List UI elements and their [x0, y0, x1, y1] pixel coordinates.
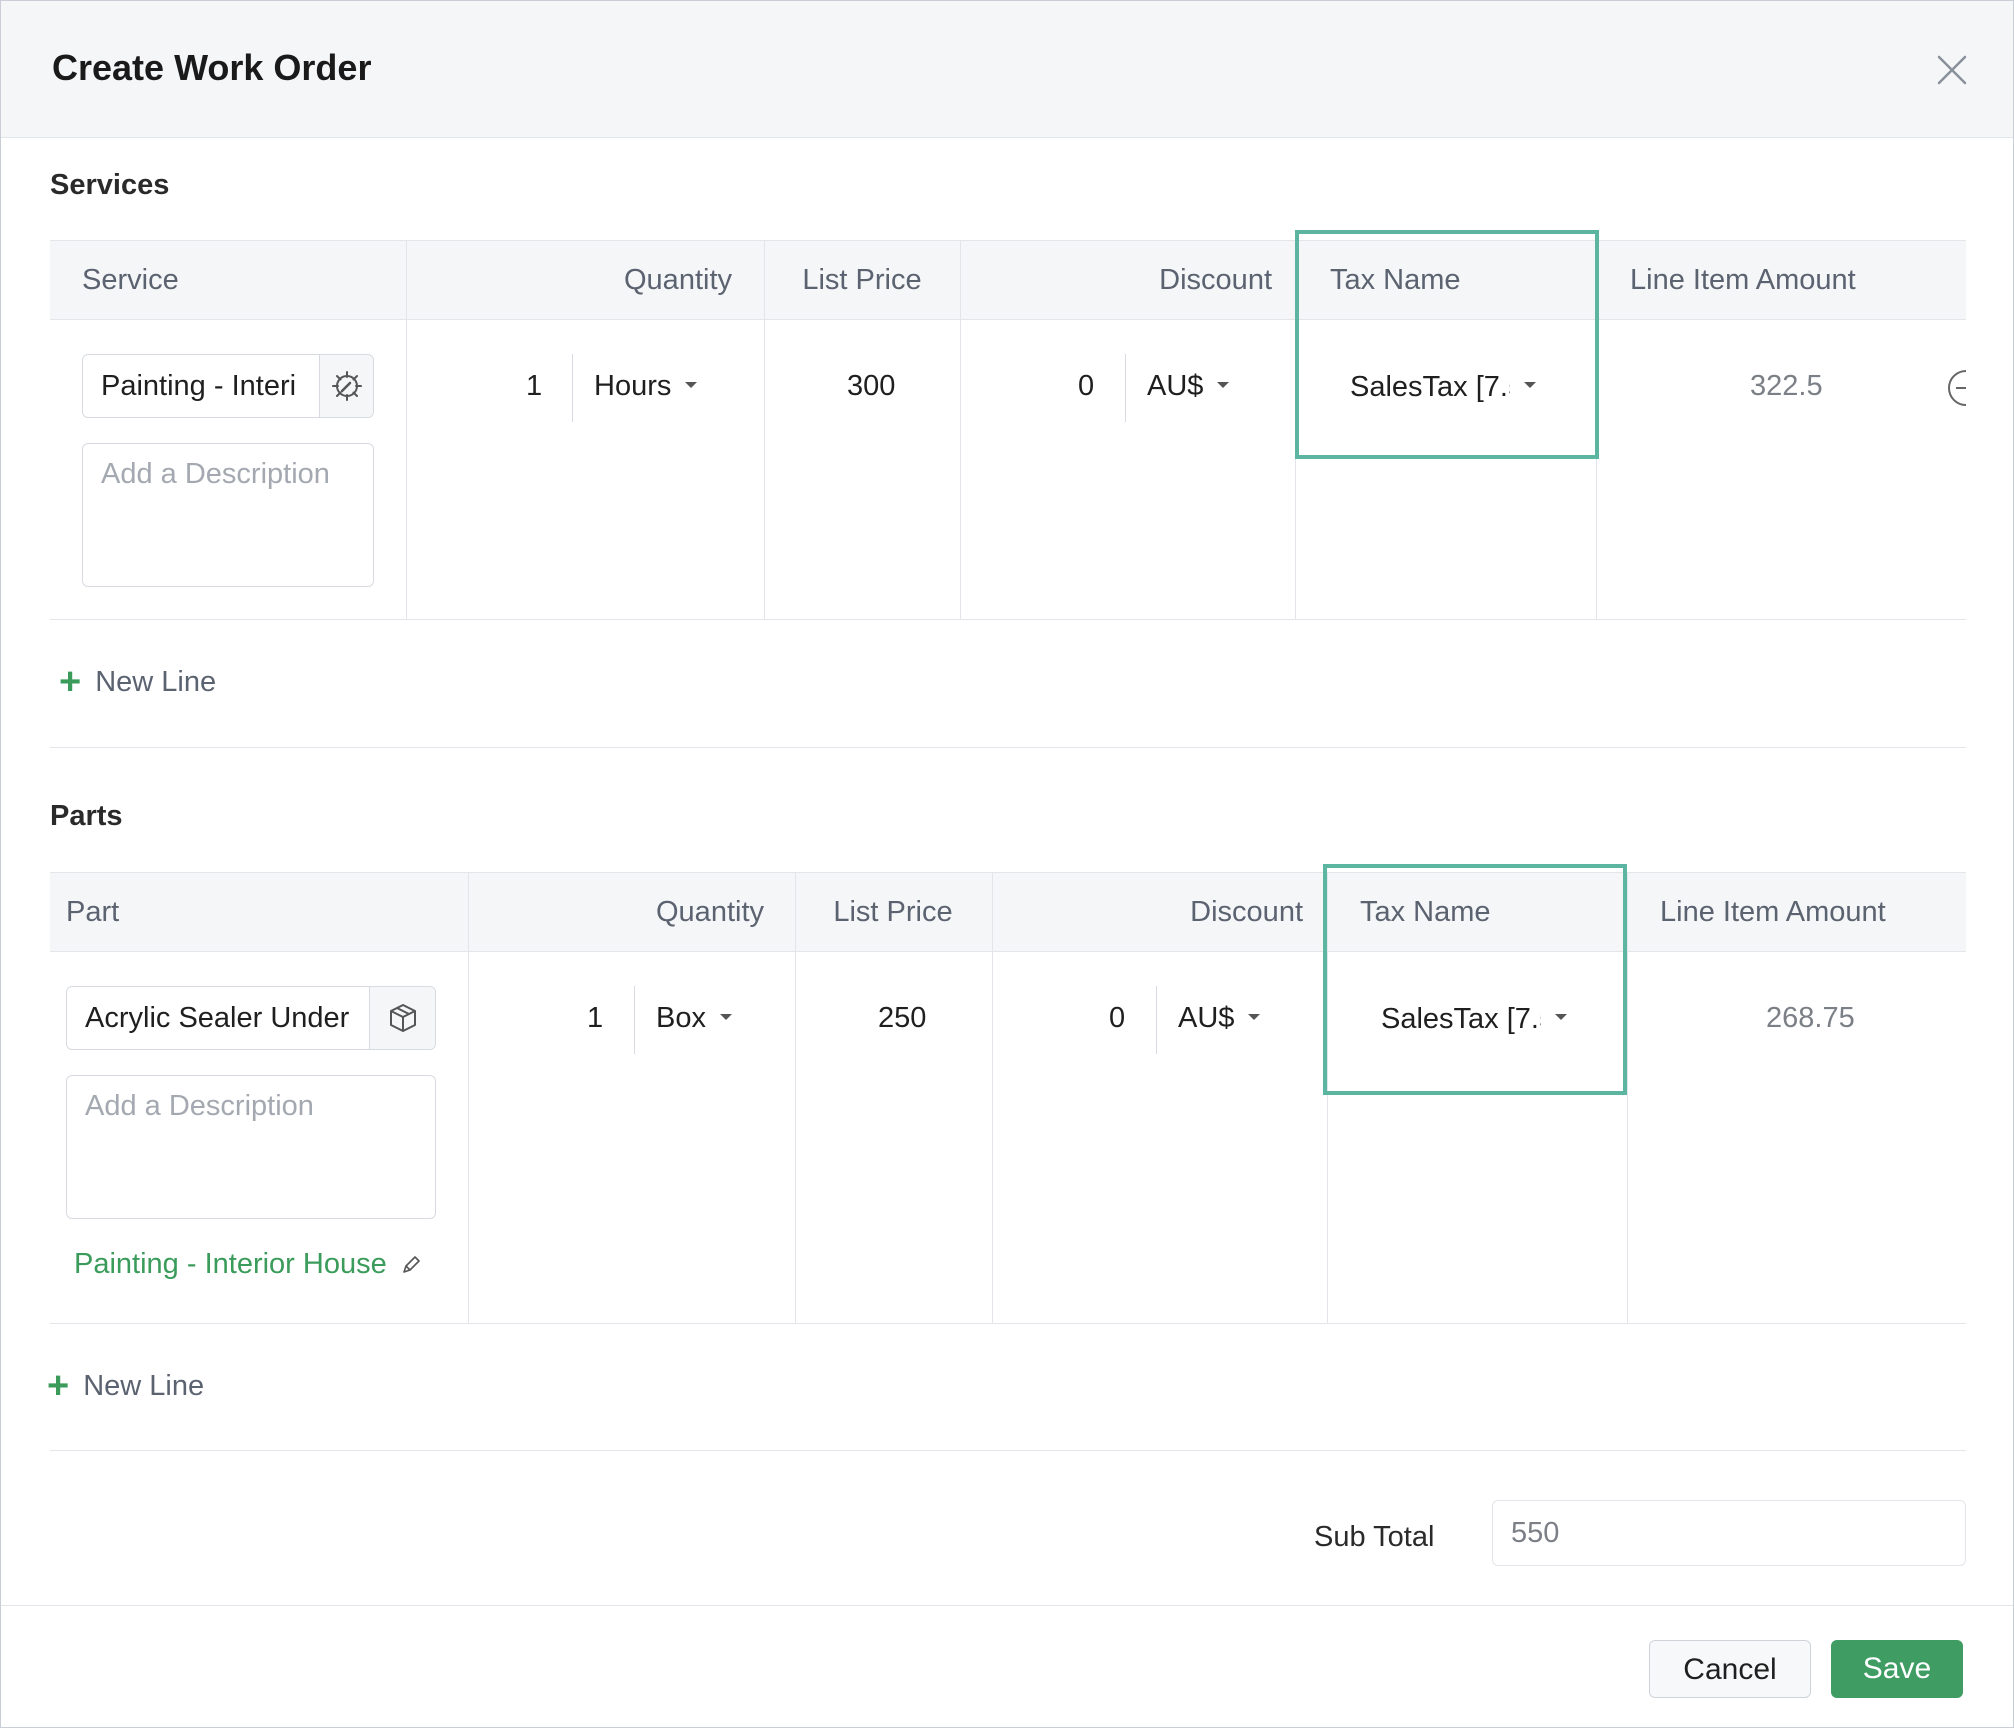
parts-new-line-button[interactable]: + New Line [47, 1367, 204, 1405]
remove-line-icon[interactable] [1946, 368, 1984, 413]
col-line-item-amount: Line Item Amount [1660, 896, 1886, 928]
dialog-footer: Cancel Save [1, 1605, 2013, 1727]
col-service: Service [82, 264, 179, 296]
part-unit-value: Box [656, 1002, 706, 1034]
service-discount-value[interactable]: 0 [1078, 370, 1094, 403]
service-discount-currency-value: AU$ [1147, 370, 1204, 402]
col-discount: Discount [1159, 264, 1272, 296]
part-list-price-value[interactable]: 250 [878, 1002, 926, 1035]
col-quantity: Quantity [656, 896, 764, 928]
service-unit-value: Hours [594, 370, 672, 402]
service-quantity-value[interactable]: 1 [526, 370, 542, 403]
pencil-icon[interactable] [401, 1255, 421, 1275]
box-icon[interactable] [369, 987, 435, 1049]
parts-tax-name-highlight [1323, 864, 1627, 1095]
part-name-input[interactable]: Acrylic Sealer Under [66, 986, 436, 1050]
part-discount-value[interactable]: 0 [1109, 1002, 1125, 1035]
service-description-placeholder: Add a Description [101, 458, 330, 490]
part-discount-currency-select[interactable]: AU$ [1178, 1002, 1261, 1035]
part-description-placeholder: Add a Description [85, 1090, 314, 1122]
parts-table-header: Part Quantity List Price Discount Tax Na… [50, 872, 1966, 952]
col-part: Part [66, 896, 120, 928]
linked-service-label: Painting - Interior House [74, 1248, 387, 1280]
dialog-title: Create Work Order [52, 47, 372, 88]
col-list-price: List Price [802, 264, 922, 296]
sub-total-field: 550 [1492, 1500, 1966, 1566]
part-line-item-amount-value: 268.75 [1766, 1002, 1855, 1034]
save-button[interactable]: Save [1831, 1640, 1963, 1698]
chevron-down-icon [719, 1014, 732, 1021]
service-discount-currency-select[interactable]: AU$ [1147, 370, 1230, 403]
chevron-down-icon [1217, 382, 1230, 389]
part-name-value: Acrylic Sealer Under [85, 1002, 350, 1034]
linked-service-link[interactable]: Painting - Interior House [74, 1248, 421, 1281]
parts-section-title: Parts [50, 800, 123, 832]
services-table: Service Quantity List Price Discount Tax… [50, 240, 1984, 620]
sub-total-label: Sub Total [1314, 1521, 1435, 1553]
col-quantity: Quantity [624, 264, 732, 296]
col-line-item-amount: Line Item Amount [1630, 264, 1856, 296]
service-wrench-icon[interactable] [319, 355, 373, 417]
part-description-field[interactable]: Add a Description [66, 1075, 436, 1219]
services-new-line-button[interactable]: + New Line [59, 663, 216, 701]
part-unit-select[interactable]: Box [656, 1002, 732, 1035]
col-discount: Discount [1190, 896, 1303, 928]
services-tax-name-highlight [1295, 230, 1599, 459]
close-icon[interactable] [1935, 53, 1969, 87]
cancel-button[interactable]: Cancel [1649, 1640, 1811, 1698]
parts-table: Part Quantity List Price Discount Tax Na… [50, 872, 1966, 1324]
plus-icon: + [47, 1365, 70, 1407]
services-table-header: Service Quantity List Price Discount Tax… [50, 240, 1966, 320]
services-new-line-label: New Line [95, 665, 217, 698]
service-list-price-value[interactable]: 300 [847, 370, 895, 403]
service-name-value: Painting - Interi [101, 370, 297, 402]
part-discount-currency-value: AU$ [1178, 1002, 1235, 1034]
service-name-input[interactable]: Painting - Interi [82, 354, 374, 418]
service-description-field[interactable]: Add a Description [82, 443, 374, 587]
service-line-item-amount-value: 322.5 [1750, 370, 1823, 402]
create-work-order-dialog: Create Work Order Services Service Quant… [0, 0, 2014, 1728]
chevron-down-icon [1248, 1014, 1261, 1021]
service-unit-select[interactable]: Hours [594, 370, 698, 403]
plus-icon: + [59, 661, 82, 703]
services-section-title: Services [50, 169, 170, 201]
dialog-header: Create Work Order [1, 1, 2013, 138]
col-list-price: List Price [833, 896, 953, 928]
sub-total-value: 550 [1511, 1517, 1560, 1549]
part-quantity-value[interactable]: 1 [587, 1002, 603, 1035]
chevron-down-icon [685, 382, 698, 389]
parts-new-line-label: New Line [83, 1369, 205, 1402]
